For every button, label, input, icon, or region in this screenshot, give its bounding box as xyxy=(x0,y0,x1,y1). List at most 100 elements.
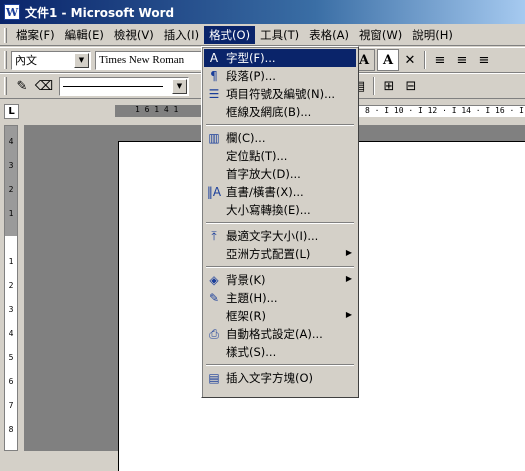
textbox-icon: ▤ xyxy=(208,371,220,385)
format-menu-item[interactable]: ⤒ 最適文字大小(I)... xyxy=(204,227,356,245)
submenu-arrow-icon: ▶ xyxy=(345,248,352,257)
format-menu-item-label: 主題(H)... xyxy=(226,291,278,305)
ruler-number: 1 xyxy=(8,257,14,266)
ruler-number: 4 xyxy=(8,137,14,146)
menu-separator xyxy=(204,219,356,227)
toolbar-grip[interactable] xyxy=(4,77,7,95)
ruler-number: 2 xyxy=(8,185,14,194)
ruler-ticks: 8 · I 10 · I 12 · I 14 · I 16 · I 18 · xyxy=(365,106,525,115)
split-cells-icon[interactable]: ⊟ xyxy=(400,75,422,97)
autoformat-icon: ⎙ xyxy=(209,326,219,341)
format-menu: A 字型(F)... ¶ 段落(P)... ☰ 項目符號及編號(N)... 框線及網底(B)… xyxy=(201,46,359,398)
format-menu-item[interactable]: 定位點(T)... xyxy=(204,147,356,165)
menu-separator xyxy=(204,121,356,129)
menu-table[interactable]: 表格(A) xyxy=(304,26,354,44)
theme-icon: ✎ xyxy=(208,291,220,305)
format-menu-item[interactable]: 框架(R) ▶ xyxy=(204,307,356,325)
format-menu-item[interactable]: A 字型(F)... xyxy=(204,49,356,67)
menu-grip[interactable] xyxy=(4,27,7,43)
format-menu-item-label: 直書/橫書(X)... xyxy=(226,185,304,199)
align-right-icon[interactable]: ≡ xyxy=(473,49,495,71)
line-style-preview xyxy=(63,85,163,87)
format-menu-item[interactable]: 亞洲方式配置(L) ▶ xyxy=(204,245,356,263)
pencil-icon[interactable]: ✎ xyxy=(11,75,33,97)
submenu-arrow-icon: ▶ xyxy=(345,310,352,319)
format-menu-item[interactable]: ◈ 背景(K) ▶ xyxy=(204,271,356,289)
menu-bar: 檔案(F) 編輯(E) 檢視(V) 插入(I) 格式(O) 工具(T) 表格(A… xyxy=(0,25,525,46)
menu-tools[interactable]: 工具(T) xyxy=(255,26,304,44)
style-combo-value: 內文 xyxy=(15,54,37,67)
blank-icon xyxy=(204,343,224,361)
ruler-number: 7 xyxy=(8,401,14,410)
menu-edit[interactable]: 編輯(E) xyxy=(60,26,109,44)
window-title: 文件1 - Microsoft Word xyxy=(25,5,175,20)
format-menu-item[interactable]: ▥ 欄(C)... xyxy=(204,129,356,147)
menu-file[interactable]: 檔案(F) xyxy=(11,26,60,44)
align-left-icon[interactable]: ≡ xyxy=(429,49,451,71)
toolbar-separator xyxy=(373,77,375,95)
blank-icon xyxy=(204,165,224,183)
format-menu-item-label: 項目符號及編號(N)... xyxy=(226,87,336,101)
title-bar: W 文件1 - Microsoft Word xyxy=(0,0,525,24)
align-center-icon[interactable]: ≡ xyxy=(451,49,473,71)
vertical-ruler[interactable]: 4 3 2 1 1 2 3 4 5 6 7 8 xyxy=(4,125,18,451)
insert-table-icon[interactable]: ⊞ xyxy=(378,75,400,97)
bullets-icon: ☰ xyxy=(208,87,220,101)
format-menu-item[interactable]: 樣式(S)... xyxy=(204,343,356,361)
font-combo-value: Times New Roman xyxy=(99,54,185,66)
format-menu-item[interactable]: ⎙ 自動格式設定(A)... xyxy=(204,325,356,343)
ruler-number: 6 xyxy=(8,377,14,386)
menu-separator xyxy=(204,361,356,369)
format-menu-item[interactable]: ¶ 段落(P)... xyxy=(204,67,356,85)
menu-format[interactable]: 格式(O) xyxy=(204,26,256,44)
format-menu-item-label: 自動格式設定(A)... xyxy=(226,327,323,341)
format-menu-item[interactable]: 首字放大(D)... xyxy=(204,165,356,183)
ruler-margin-ticks: 1 6 1 4 1 xyxy=(135,105,179,114)
format-menu-item-label: 首字放大(D)... xyxy=(226,167,301,181)
format-menu-item-label: 框線及網底(B)... xyxy=(226,105,312,119)
line-style-combo[interactable]: ▼ xyxy=(59,76,189,96)
format-menu-item-label: 欄(C)... xyxy=(226,131,266,145)
format-menu-item-label: 段落(P)... xyxy=(226,69,276,83)
text-direction-icon: ‖A xyxy=(206,185,222,199)
highlight-a-icon[interactable]: A xyxy=(377,49,399,71)
word-app-icon[interactable]: W xyxy=(4,4,20,20)
format-menu-item-label: 最適文字大小(I)... xyxy=(226,229,319,243)
format-menu-item-label: 定位點(T)... xyxy=(226,149,288,163)
menu-help[interactable]: 說明(H) xyxy=(407,26,458,44)
ruler-number: 3 xyxy=(8,161,14,170)
format-menu-item[interactable]: 大小寫轉換(E)... xyxy=(204,201,356,219)
tab-selector[interactable]: L xyxy=(4,104,19,119)
blank-icon xyxy=(204,103,224,121)
phonetic-guide-icon[interactable]: ✕ xyxy=(399,49,421,71)
font-combo[interactable]: Times New Roman xyxy=(95,50,203,70)
menu-window[interactable]: 視窗(W) xyxy=(354,26,407,44)
chevron-down-icon[interactable]: ▼ xyxy=(74,52,89,68)
format-menu-item[interactable]: ▤ 插入文字方塊(O) xyxy=(204,369,356,387)
menu-view[interactable]: 檢視(V) xyxy=(109,26,159,44)
ruler-margin-area[interactable]: 1 6 1 4 1 xyxy=(115,105,205,117)
background-icon: ◈ xyxy=(209,273,219,287)
chevron-down-icon[interactable]: ▼ xyxy=(172,78,187,94)
ruler-number: 3 xyxy=(8,305,14,314)
eraser-icon[interactable]: ⌫ xyxy=(33,75,55,97)
columns-icon: ▥ xyxy=(208,131,220,145)
format-menu-item-label: 插入文字方塊(O) xyxy=(226,371,314,385)
toolbar-grip[interactable] xyxy=(4,51,7,69)
style-combo[interactable]: 內文 ▼ xyxy=(11,50,91,70)
format-menu-item[interactable]: ☰ 項目符號及編號(N)... xyxy=(204,85,356,103)
format-menu-item[interactable]: 框線及網底(B)... xyxy=(204,103,356,121)
format-menu-item-label: 框架(R) xyxy=(226,309,266,323)
ruler-number: 8 xyxy=(8,425,14,434)
format-menu-item[interactable]: ✎ 主題(H)... xyxy=(204,289,356,307)
ruler-number: 2 xyxy=(8,281,14,290)
autofit-text-icon: ⤒ xyxy=(211,228,217,243)
format-menu-item-label: 字型(F)... xyxy=(226,51,276,65)
menu-insert[interactable]: 插入(I) xyxy=(159,26,204,44)
submenu-arrow-icon: ▶ xyxy=(345,274,352,283)
format-menu-item-label: 樣式(S)... xyxy=(226,345,277,359)
font-icon: A xyxy=(209,51,219,65)
blank-icon xyxy=(204,201,224,219)
ruler-number: 5 xyxy=(8,353,14,362)
format-menu-item[interactable]: ‖A 直書/橫書(X)... xyxy=(204,183,356,201)
